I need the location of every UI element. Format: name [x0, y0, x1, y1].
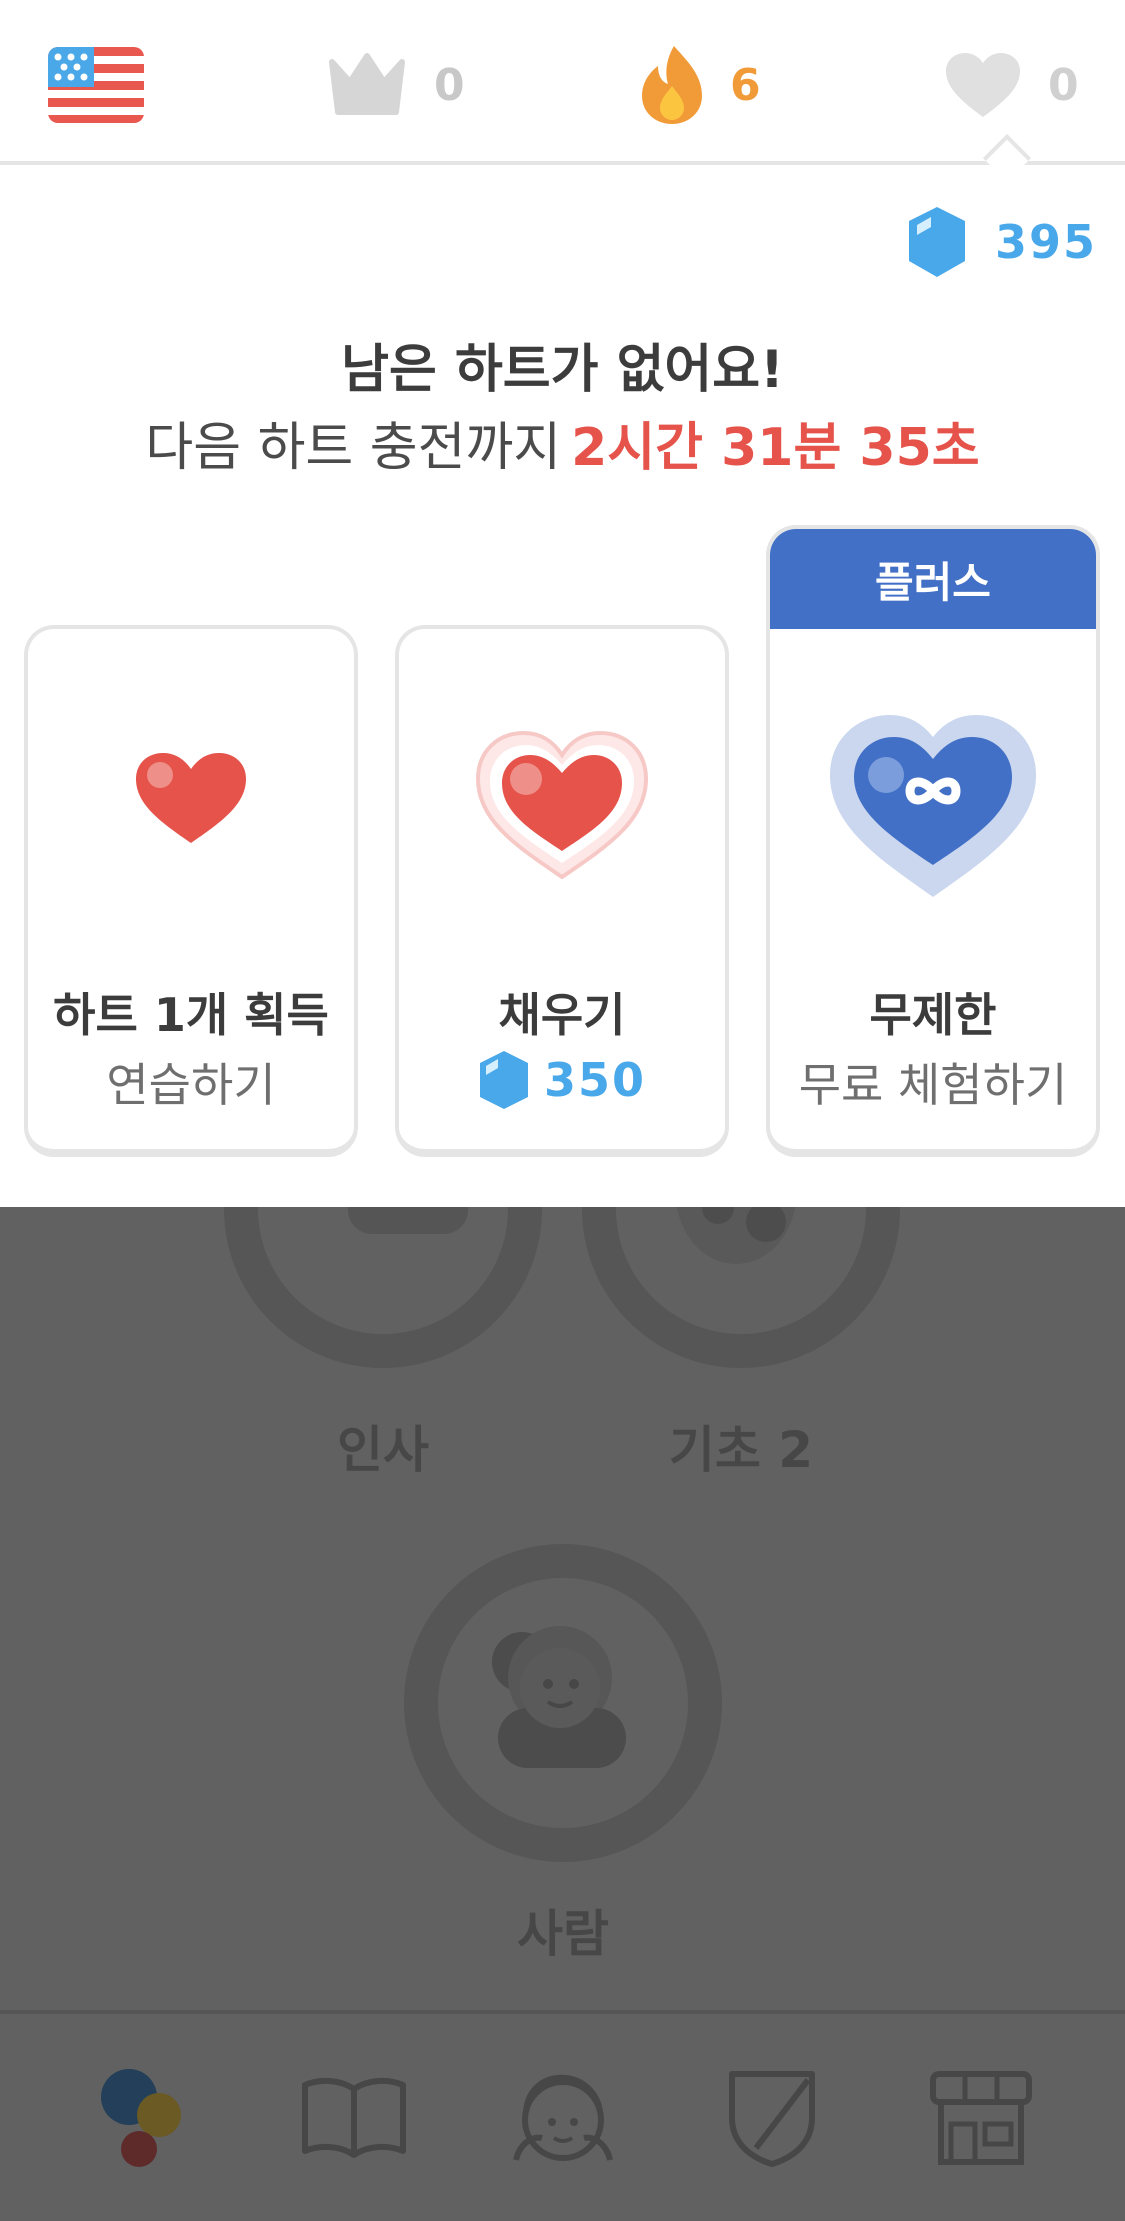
card-heart-icon-wrap	[770, 709, 1096, 901]
card-title: 채우기	[498, 988, 626, 1042]
shop-icon	[929, 2070, 1032, 2165]
skill-label-people: 사람	[517, 1905, 609, 1963]
shield-icon	[728, 2070, 815, 2167]
bottom-nav	[0, 2010, 1125, 2221]
gem-icon	[479, 1051, 528, 1109]
nav-profile[interactable]	[503, 2058, 623, 2178]
card-title: 무제한	[869, 988, 997, 1042]
popup-subtitle: 다음 하트 충전까지 2시간 31분 35초	[0, 405, 1125, 480]
skill-label-greetings: 인사	[337, 1421, 429, 1479]
infinity-heart-icon	[830, 715, 1036, 897]
streak-flame-icon	[642, 46, 702, 124]
refill-hearts-card[interactable]: 채우기 350	[395, 625, 729, 1157]
hearts-popup: 395 남은 하트가 없어요! 다음 하트 충전까지 2시간 31분 35초 하트…	[0, 165, 1125, 1207]
crowns-button[interactable]: 0	[326, 40, 465, 130]
us-flag-icon	[48, 47, 144, 123]
skill-label-basics-2: 기초 2	[668, 1421, 814, 1479]
hearts-count: 0	[1048, 59, 1079, 111]
heart-icon	[136, 753, 246, 843]
crown-icon	[329, 53, 405, 115]
gem-icon	[908, 207, 965, 277]
refill-price-value: 350	[543, 1053, 647, 1107]
gems-balance: 395	[907, 205, 1097, 279]
hearts-button[interactable]: 0	[944, 40, 1079, 130]
practice-heart-card[interactable]: 하트 1개 획득 연습하기	[24, 625, 358, 1157]
heart-icon	[946, 53, 1020, 117]
skill-node-people[interactable]	[404, 1544, 722, 1862]
streak-button[interactable]: 6	[640, 40, 761, 130]
learn-dots-icon	[100, 2068, 181, 2167]
crowns-count: 0	[434, 59, 465, 111]
card-heart-icon-wrap	[28, 749, 354, 847]
refill-timer: 2시간 31분 35초	[571, 418, 980, 478]
nav-shop[interactable]	[921, 2058, 1041, 2178]
full-heart-icon	[475, 730, 649, 880]
streak-count: 6	[730, 59, 761, 111]
status-bar: 0 6 0	[0, 0, 1125, 165]
subtitle-prefix: 다음 하트 충전까지	[145, 418, 562, 478]
plus-badge: 플러스	[770, 529, 1096, 629]
card-subtitle: 연습하기	[106, 1058, 276, 1112]
popup-title: 남은 하트가 없어요!	[341, 340, 784, 400]
nav-leaderboard[interactable]	[712, 2058, 832, 2178]
plus-unlimited-card[interactable]: 플러스 무제한 무료 체험하기	[766, 525, 1100, 1157]
card-title: 하트 1개 획득	[53, 988, 329, 1042]
refill-price: 350	[399, 1049, 725, 1111]
book-icon	[301, 2077, 406, 2158]
nav-learn[interactable]	[85, 2058, 205, 2178]
nav-stories[interactable]	[294, 2058, 414, 2178]
card-subtitle: 무료 체험하기	[798, 1058, 1068, 1112]
language-flag-button[interactable]	[48, 40, 144, 130]
person-face-icon	[492, 1626, 626, 1768]
gems-count: 395	[994, 215, 1097, 269]
card-heart-icon-wrap	[399, 729, 725, 881]
profile-face-icon	[512, 2074, 613, 2161]
